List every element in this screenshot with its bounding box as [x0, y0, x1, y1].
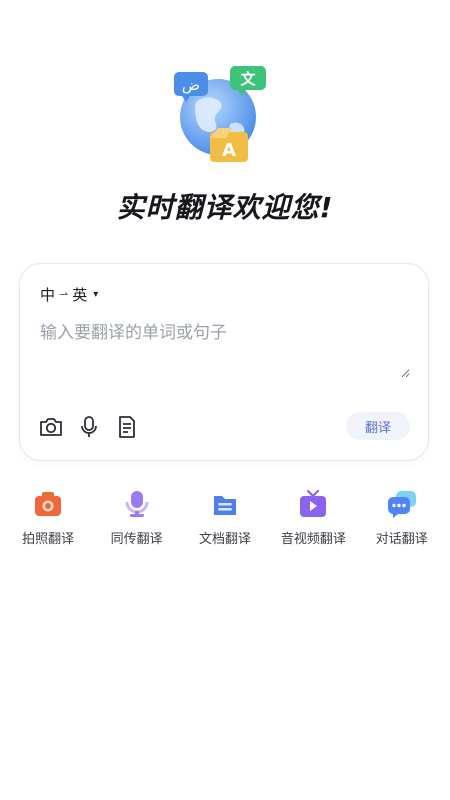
translate-button[interactable]: 翻译 — [346, 412, 410, 440]
video-translate-icon — [297, 488, 329, 520]
feature-shortcuts: 拍照翻译 同传翻译 文档翻译 音视频翻译 对话翻译 — [0, 488, 450, 547]
document-icon[interactable] — [114, 414, 140, 440]
feature-simultaneous-translate[interactable]: 同传翻译 — [93, 488, 181, 547]
feature-label: 音视频翻译 — [280, 532, 346, 547]
document-translate-icon — [209, 488, 241, 520]
feature-label: 文档翻译 — [198, 532, 251, 547]
feature-label: 拍照翻译 — [22, 532, 75, 547]
feature-video-translate[interactable]: 音视频翻译 — [269, 488, 357, 547]
welcome-headline: 实时翻译欢迎您! — [116, 191, 334, 224]
feature-label: 对话翻译 — [375, 532, 428, 547]
bubble-left-text: ض — [182, 76, 200, 94]
microphone-icon[interactable] — [76, 414, 102, 440]
translate-input[interactable] — [40, 318, 410, 378]
simultaneous-translate-icon — [121, 488, 153, 520]
source-language: 中 — [40, 286, 56, 304]
feature-label: 同传翻译 — [110, 532, 163, 547]
target-language: 英 — [72, 286, 88, 304]
feature-document-translate[interactable]: 文档翻译 — [181, 488, 269, 547]
photo-translate-icon — [32, 488, 64, 520]
chevron-down-icon: ▾ — [93, 289, 99, 300]
dialog-translate-icon — [386, 488, 418, 520]
bubble-bottom-text: A — [222, 140, 236, 161]
translate-card: 中 ⇀ 英 ▾ 翻译 — [19, 263, 429, 461]
swap-arrow-icon: ⇀ — [59, 288, 69, 301]
globe-translate-illustration: ض 文 A — [166, 62, 276, 166]
feature-photo-translate[interactable]: 拍照翻译 — [4, 488, 92, 547]
language-selector[interactable]: 中 ⇀ 英 ▾ — [40, 284, 98, 305]
camera-icon[interactable] — [38, 414, 64, 440]
feature-dialog-translate[interactable]: 对话翻译 — [358, 488, 446, 547]
bubble-right-text: 文 — [240, 70, 256, 88]
